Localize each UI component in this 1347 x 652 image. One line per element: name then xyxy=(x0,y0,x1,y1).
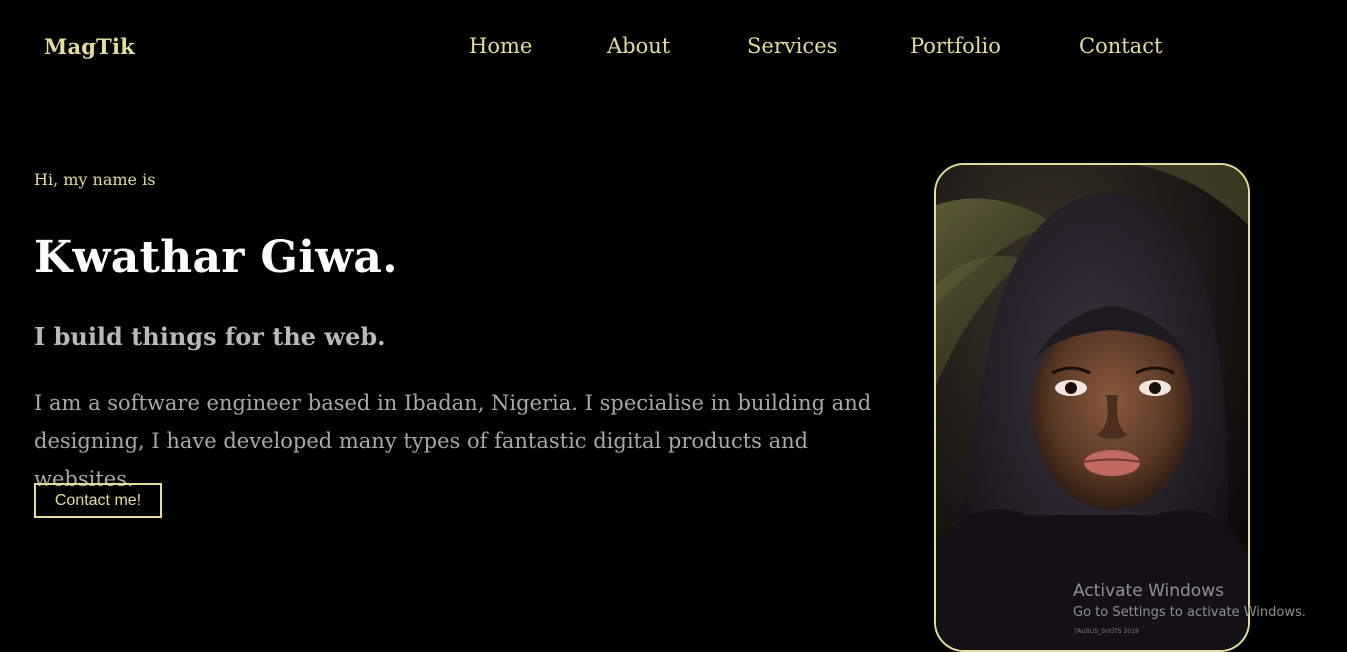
nav-portfolio[interactable]: Portfolio xyxy=(910,34,1001,58)
contact-me-button[interactable]: Contact me! xyxy=(34,483,162,518)
hero-name: Kwathar Giwa. xyxy=(34,232,398,283)
nav-home[interactable]: Home xyxy=(469,34,532,58)
nav-contact[interactable]: Contact xyxy=(1079,34,1162,58)
greeting-text: Hi, my name is xyxy=(34,170,156,189)
nav-about[interactable]: About xyxy=(607,34,670,58)
profile-photo: TAURUS_SHOTS 2019 xyxy=(934,163,1250,652)
hero-tagline: I build things for the web. xyxy=(34,322,386,351)
main-nav: Home About Services Portfolio Contact xyxy=(0,34,1347,68)
hero-intro: I am a software engineer based in Ibadan… xyxy=(34,391,872,491)
portrait-image: TAURUS_SHOTS 2019 xyxy=(936,165,1248,650)
photo-caption: TAURUS_SHOTS 2019 xyxy=(1073,628,1139,635)
nav-services[interactable]: Services xyxy=(747,34,837,58)
